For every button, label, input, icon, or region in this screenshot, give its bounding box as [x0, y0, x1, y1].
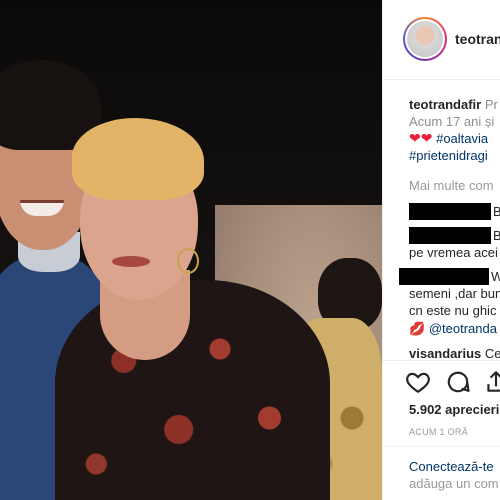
redacted-username — [409, 203, 491, 220]
comment-text: semeni ,dar bun — [409, 286, 500, 301]
redacted-username — [409, 227, 491, 244]
woman-lips — [112, 256, 150, 267]
likes-count[interactable]: 5.902 aprecieri — [409, 402, 499, 417]
kiss-lips-icon: 💋 — [409, 321, 426, 336]
comment-mention-line: 💋 @teotranda — [409, 320, 497, 337]
avatar[interactable] — [403, 17, 447, 61]
caption-text-1: Pr — [484, 97, 498, 112]
comment-icon[interactable] — [445, 369, 471, 395]
post-side-panel: teotrandafir teotrandafir Pr Acum 17 ani… — [382, 0, 500, 500]
caption-line-2: Acum 17 ani și — [409, 113, 494, 130]
woman-blouse — [55, 280, 330, 500]
post-header: teotrandafir — [383, 0, 500, 80]
mention-link[interactable]: @teotranda — [429, 321, 497, 336]
heart-icon[interactable] — [405, 369, 431, 395]
hashtag-link[interactable]: #prietenidragi — [409, 148, 488, 163]
redacted-username — [399, 268, 489, 285]
caption-line-3: ❤❤ #oaltavia — [409, 130, 488, 147]
avatar-image — [405, 19, 445, 59]
hashtag-link[interactable]: #oaltavia — [436, 131, 488, 146]
post-photo[interactable] — [0, 0, 382, 500]
caption-username[interactable]: teotrandafir — [409, 97, 481, 112]
login-hint: adăuga un com — [409, 476, 499, 491]
caption-line-4: #prietenidragi — [409, 147, 488, 164]
comment-text: pe vremea acei — [409, 245, 498, 260]
comment-footer: Conectează-te adăuga un com — [383, 446, 500, 500]
caption-line-1: teotrandafir Pr — [409, 96, 498, 113]
comment-text: B — [493, 227, 500, 244]
share-icon[interactable] — [483, 369, 500, 395]
header-username[interactable]: teotrandafir — [455, 31, 500, 47]
comment-text: cn este nu ghic — [409, 303, 497, 318]
comment-text: W — [491, 268, 500, 285]
login-link[interactable]: Conectează-te — [409, 459, 494, 474]
more-comments-link[interactable]: Mai multe com — [409, 178, 494, 193]
post-timestamp: ACUM 1 ORĂ — [409, 427, 469, 437]
woman-earring — [177, 248, 199, 274]
red-heart-emoji-icon: ❤ — [420, 130, 433, 146]
comment-text: B — [493, 203, 500, 220]
red-heart-emoji-icon: ❤ — [409, 130, 421, 146]
woman-hair — [72, 118, 204, 200]
caption-text-2: Acum 17 ani și — [409, 114, 495, 129]
comment-text: Ce — [484, 346, 500, 361]
comment-username[interactable]: visandarius — [409, 346, 481, 361]
post-actions — [383, 360, 500, 402]
